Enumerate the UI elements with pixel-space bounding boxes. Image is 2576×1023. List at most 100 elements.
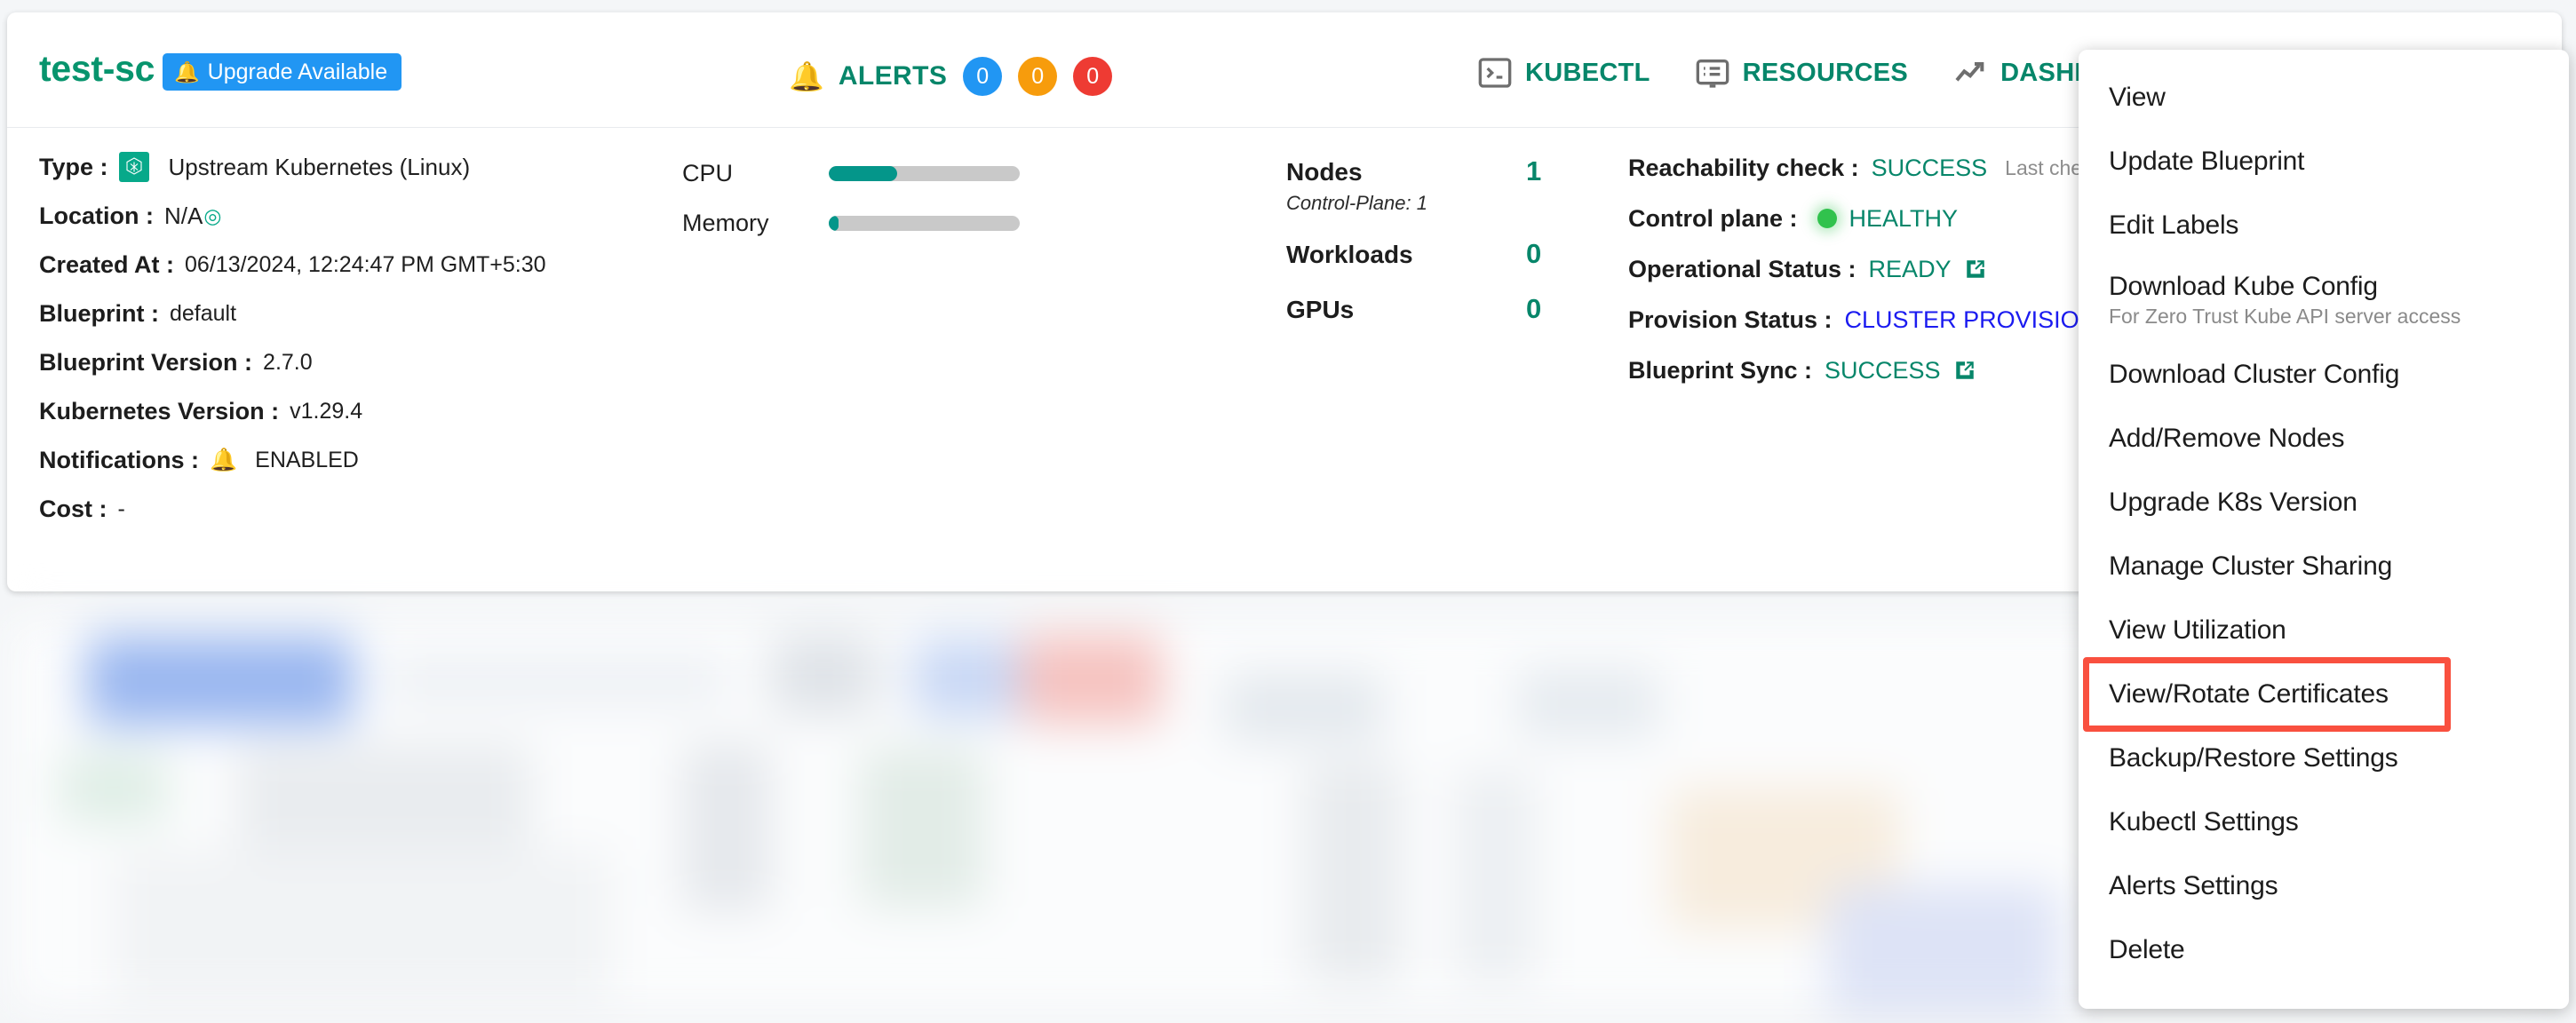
menu-item-label: Manage Cluster Sharing (2109, 551, 2393, 581)
list-panel-icon (1696, 59, 1729, 88)
detail-notifications-label: Notifications : (39, 446, 199, 473)
menu-item-label: View Utilization (2109, 615, 2286, 645)
detail-location-value: N/A (164, 202, 203, 229)
menu-item-upgrade-k8s-version[interactable]: Upgrade K8s Version (2079, 471, 2569, 535)
terminal-icon (1478, 58, 1512, 88)
bell-icon: 🔔 (210, 447, 238, 472)
detail-kubernetes-version: Kubernetes Version : v1.29.4 (39, 396, 652, 426)
menu-item-label: Delete (2109, 935, 2185, 964)
menu-item-kubectl-settings[interactable]: Kubectl Settings (2079, 790, 2569, 854)
blueprint-sync-value: SUCCESS (1825, 356, 1941, 384)
detail-type: Type : Upstream Kubernetes (Linux) (39, 152, 652, 182)
memory-usage-bar (828, 215, 1020, 231)
resources-label: RESOURCES (1742, 58, 1909, 87)
menu-item-label: Download Kube Config (2109, 272, 2378, 301)
menu-item-view-utilization[interactable]: View Utilization (2079, 599, 2569, 662)
detail-type-label: Type : (39, 153, 108, 180)
menu-item-edit-labels[interactable]: Edit Labels (2079, 194, 2569, 258)
blueprint-sync-label: Blueprint Sync : (1628, 356, 1813, 384)
menu-item-delete[interactable]: Delete (2079, 918, 2569, 982)
provision-status-label: Provision Status : (1628, 305, 1833, 333)
menu-item-view[interactable]: View (2079, 66, 2569, 130)
workloads-block: Workloads 0 (1286, 238, 1579, 270)
menu-item-label: Upgrade K8s Version (2109, 488, 2357, 517)
blurred-block (1304, 761, 1402, 983)
detail-kubernetes-version-label: Kubernetes Version : (39, 397, 280, 424)
operational-status-label: Operational Status : (1628, 255, 1856, 282)
menu-item-label: View (2109, 83, 2166, 112)
menu-item-update-blueprint[interactable]: Update Blueprint (2079, 130, 2569, 194)
menu-item-manage-cluster-sharing[interactable]: Manage Cluster Sharing (2079, 535, 2569, 599)
target-icon: ◎ (203, 203, 222, 227)
detail-blueprint: Blueprint : default (39, 298, 652, 329)
nodes-value: 1 (1526, 155, 1542, 186)
upgrade-available-badge[interactable]: 🔔 Upgrade Available (163, 53, 402, 91)
gpus-value: 0 (1526, 293, 1542, 324)
menu-item-backup-restore-settings[interactable]: Backup/Restore Settings (2079, 726, 2569, 790)
menu-item-sublabel: For Zero Trust Kube API server access (2109, 305, 2461, 328)
cpu-usage-bar (828, 165, 1020, 181)
alerts-count-warning[interactable]: 0 (1018, 57, 1058, 96)
detail-blueprint-version-value: 2.7.0 (263, 349, 313, 375)
memory-usage-fill (828, 215, 839, 231)
detail-kubernetes-version-value: v1.29.4 (290, 398, 363, 424)
detail-location: Location : N/A ◎ (39, 201, 652, 231)
cluster-counts: Nodes 1 Control-Plane: 1 Workloads 0 GPU… (1286, 155, 1579, 348)
menu-item-label: Update Blueprint (2109, 147, 2305, 176)
resource-usage: CPU Memory (682, 155, 1020, 255)
menu-item-alerts-settings[interactable]: Alerts Settings (2079, 854, 2569, 918)
kubectl-label: KUBECTL (1525, 58, 1650, 87)
detail-blueprint-version: Blueprint Version : 2.7.0 (39, 347, 652, 377)
green-dot-icon (1817, 209, 1837, 228)
blurred-block (60, 752, 167, 823)
detail-blueprint-value: default (170, 300, 237, 326)
menu-item-label: Download Cluster Config (2109, 360, 2400, 389)
detail-notifications-value: ENABLED (255, 447, 359, 472)
detail-created-at-label: Created At : (39, 250, 175, 278)
detail-cost: Cost : - (39, 494, 652, 524)
header-actions: KUBECTL RESOURCES DASHBOARD (1477, 55, 2170, 91)
control-plane-label: Control plane : (1628, 204, 1798, 232)
menu-item-label: Alerts Settings (2109, 871, 2278, 900)
alerts-count-critical[interactable]: 0 (1073, 57, 1113, 96)
cpu-label: CPU (682, 159, 734, 186)
alerts-count-info[interactable]: 0 (963, 57, 1003, 96)
detail-blueprint-version-label: Blueprint Version : (39, 348, 253, 376)
menu-item-label: Kubectl Settings (2109, 807, 2299, 837)
blurred-block (1224, 672, 1384, 743)
blurred-block (682, 743, 771, 912)
page-title: test-sc (39, 48, 155, 89)
menu-item-download-cluster-config[interactable]: Download Cluster Config (2079, 343, 2569, 407)
alerts-group[interactable]: 🔔 ALERTS 0 0 0 (789, 57, 1113, 96)
external-link-icon[interactable] (1964, 258, 1987, 281)
cpu-usage-row: CPU (682, 155, 1020, 191)
detail-location-label: Location : (39, 202, 154, 229)
memory-label: Memory (682, 209, 769, 236)
reachability-check-label: Reachability check : (1628, 154, 1859, 181)
gpus-label: GPUs (1286, 296, 1355, 323)
menu-item-label: Add/Remove Nodes (2109, 424, 2345, 453)
reachability-check-value: SUCCESS (1871, 154, 1988, 181)
detail-created-at-value: 06/13/2024, 12:24:47 PM GMT+5:30 (185, 251, 546, 277)
blurred-block (1517, 668, 1659, 739)
cpu-usage-fill (828, 165, 898, 181)
menu-item-label: View/Rotate Certificates (2109, 679, 2389, 709)
nodes-label: Nodes (1286, 158, 1363, 186)
menu-item-add-remove-nodes[interactable]: Add/Remove Nodes (2079, 407, 2569, 471)
detail-cost-value: - (117, 496, 125, 521)
menu-item-view-rotate-certificates[interactable]: View/Rotate Certificates (2079, 657, 2569, 732)
detail-cost-label: Cost : (39, 495, 107, 522)
detail-created-at: Created At : 06/13/2024, 12:24:47 PM GMT… (39, 250, 652, 280)
resources-button[interactable]: RESOURCES (1695, 55, 1908, 91)
menu-item-download-kube-config[interactable]: Download Kube Config For Zero Trust Kube … (2079, 258, 2569, 343)
cluster-details-list: Type : Upstream Kubernetes (Linux) Locat… (39, 152, 652, 543)
blurred-block (1020, 635, 1162, 724)
detail-type-value: Upstream Kubernetes (Linux) (168, 153, 471, 180)
menu-item-label: Backup/Restore Settings (2109, 743, 2398, 773)
blurred-block (87, 637, 354, 726)
external-link-icon[interactable] (1953, 359, 1976, 382)
blurred-block (389, 654, 727, 708)
cluster-actions-menu[interactable]: View Update Blueprint Edit Labels Download … (2079, 50, 2569, 1009)
blurred-block (771, 635, 878, 715)
kubectl-button[interactable]: KUBECTL (1477, 55, 1650, 91)
